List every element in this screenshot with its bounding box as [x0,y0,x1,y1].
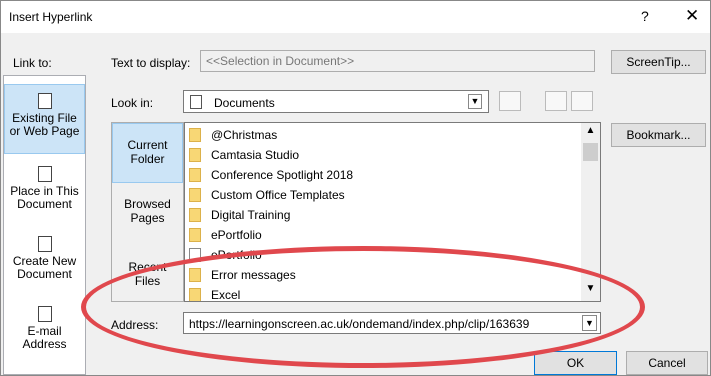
link-to-item-line2: Document [17,267,72,281]
folder-icon [189,128,201,142]
list-item[interactable]: Custom Office Templates [187,185,577,205]
up-folder-icon[interactable] [499,91,521,111]
list-item[interactable]: ePortfolio [187,245,577,265]
place-line2: Files [134,274,161,288]
browse-file-icon[interactable] [571,91,593,111]
cancel-button[interactable]: Cancel [626,351,708,375]
link-to-panel: Existing File or Web Page Place in This … [3,75,86,375]
place-in-document-icon [37,166,52,182]
ok-button[interactable]: OK [534,351,617,375]
text-to-display-input[interactable]: <<Selection in Document>> [200,50,595,72]
text-to-display-label: Text to display: [111,56,191,70]
folder-icon [189,208,201,222]
list-item[interactable]: Error messages [187,265,577,285]
browse-web-icon[interactable] [545,91,567,111]
folder-icon [189,228,201,242]
link-to-item-line1: Create New [12,254,77,268]
places-panel: Current Folder Browsed Pages Recent File… [111,122,184,302]
link-to-create-new-document[interactable]: Create New Document [4,236,85,296]
link-to-item-line1: Place in This [10,184,79,198]
file-name: ePortfolio [211,248,262,262]
screentip-button[interactable]: ScreenTip... [611,50,706,74]
link-to-existing-file[interactable]: Existing File or Web Page [4,84,85,154]
link-to-item-line2: Address [22,337,67,351]
link-to-item-line1: E-mail [27,324,62,338]
file-name: Excel [211,288,241,302]
scroll-down-icon[interactable]: ▼ [581,283,600,294]
look-in-value: Documents [214,96,275,110]
link-to-place-in-document[interactable]: Place in This Document [4,166,85,226]
file-name: Custom Office Templates [211,188,345,202]
file-name: Camtasia Studio [211,148,300,162]
existing-file-icon [37,93,52,109]
link-to-label: Link to: [13,56,52,70]
folder-icon [189,268,201,282]
scroll-up-icon[interactable]: ▲ [581,125,600,136]
list-item[interactable]: ePortfolio [187,225,577,245]
address-value: https://learningonscreen.ac.uk/ondemand/… [189,317,530,331]
folder-icon [189,188,201,202]
look-in-dropdown[interactable]: Documents ▼ [183,90,489,113]
place-line1: Browsed [124,197,171,211]
look-in-label: Look in: [111,96,154,110]
folder-icon [189,168,201,182]
close-button[interactable]: ✕ [685,6,699,26]
address-label: Address: [111,318,159,332]
chevron-down-icon[interactable]: ▼ [468,94,482,109]
file-name: @Christmas [211,128,278,142]
address-input[interactable]: https://learningonscreen.ac.uk/ondemand/… [183,312,601,334]
email-icon [37,306,52,322]
place-line2: Folder [130,152,165,166]
list-item[interactable]: @Christmas [187,125,577,145]
insert-hyperlink-dialog: Insert Hyperlink ? ✕ Link to: Existing F… [0,0,711,376]
list-item[interactable]: Camtasia Studio [187,145,577,165]
link-to-item-line1: Existing File [12,111,77,125]
bookmark-button[interactable]: Bookmark... [611,123,706,147]
file-list[interactable]: @Christmas Camtasia Studio Conference Sp… [184,122,601,302]
link-to-item-line2: Document [17,197,72,211]
help-button[interactable]: ? [641,8,649,24]
place-line1: Recent [128,260,167,274]
list-item[interactable]: Excel [187,285,577,302]
place-line2: Pages [130,211,165,225]
file-name: Error messages [211,268,296,282]
folder-icon [189,148,201,162]
scroll-thumb[interactable] [583,143,598,161]
title-bar: Insert Hyperlink ? ✕ [1,1,710,33]
new-document-icon [37,236,52,252]
folder-icon [189,288,201,301]
place-recent-files[interactable]: Recent Files [112,260,183,300]
documents-folder-icon [190,95,202,109]
place-browsed-pages[interactable]: Browsed Pages [112,197,183,237]
list-item[interactable]: Digital Training [187,205,577,225]
link-to-email-address[interactable]: E-mail Address [4,306,85,366]
place-current-folder[interactable]: Current Folder [112,123,183,183]
place-line1: Current [127,138,168,152]
link-to-item-line2: or Web Page [9,124,80,138]
list-item[interactable]: Conference Spotlight 2018 [187,165,577,185]
file-list-scrollbar[interactable]: ▲ ▼ [581,123,600,301]
dialog-title: Insert Hyperlink [9,10,93,24]
file-icon [189,248,201,262]
file-name: Conference Spotlight 2018 [211,168,354,182]
file-name: ePortfolio [211,228,262,242]
chevron-down-icon[interactable]: ▼ [582,315,597,331]
file-name: Digital Training [211,208,291,222]
